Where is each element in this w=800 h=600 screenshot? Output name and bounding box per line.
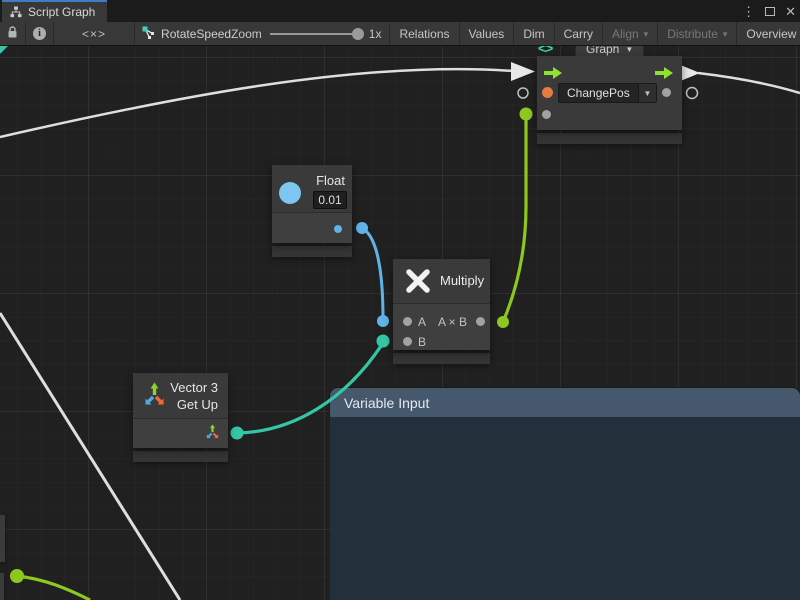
float-node-ports bbox=[272, 212, 352, 243]
node-vector3-get-up[interactable]: Vector 3 Get Up bbox=[133, 373, 228, 462]
value-output-port[interactable] bbox=[662, 88, 671, 97]
toolbar: i <×> RotateSpeed Zoom 1x Relations Valu… bbox=[0, 22, 800, 46]
float-type-icon bbox=[279, 182, 301, 204]
node-graph-unit[interactable]: <> Graph ▼ ChangePos ▼ bbox=[537, 56, 682, 144]
node-float[interactable]: Float 0.01 bbox=[272, 165, 352, 257]
flow-input-port[interactable] bbox=[544, 66, 562, 84]
wire-endpoint bbox=[356, 222, 368, 234]
unit-node-footer bbox=[537, 133, 682, 144]
embed-graph-icon: <> bbox=[538, 46, 552, 56]
window-controls: ⋮ ✕ bbox=[742, 0, 796, 22]
canvas-corner-marker bbox=[0, 46, 9, 54]
multiply-node-header[interactable]: Multiply bbox=[393, 259, 490, 303]
tab-script-graph[interactable]: Script Graph bbox=[2, 0, 107, 22]
zoom-label: Zoom bbox=[231, 27, 262, 41]
float-node-footer bbox=[272, 246, 352, 257]
multiply-icon bbox=[404, 267, 432, 300]
flow-output-port[interactable] bbox=[655, 66, 673, 84]
group-header[interactable]: Variable Input bbox=[330, 388, 800, 417]
wire-endpoint bbox=[231, 427, 244, 440]
port-label-a: A bbox=[418, 315, 426, 329]
wire-multiply-to-unit bbox=[503, 116, 526, 322]
wire-endpoint bbox=[520, 108, 533, 121]
wire-endpoint bbox=[377, 315, 389, 327]
tab-bar: Script Graph ⋮ ✕ bbox=[0, 0, 800, 22]
vector-node-header[interactable]: Vector 3 Get Up bbox=[133, 373, 228, 418]
wire-flow-in bbox=[0, 69, 513, 137]
chevron-down-icon: ▼ bbox=[625, 46, 633, 54]
chevron-down-icon: ▾ bbox=[644, 29, 649, 40]
variable-value-port[interactable] bbox=[542, 87, 553, 98]
vector-node-footer bbox=[133, 451, 228, 462]
zoom-slider-knob[interactable] bbox=[352, 28, 364, 40]
port-label-b: B bbox=[418, 335, 426, 349]
float-output-port[interactable] bbox=[334, 225, 342, 233]
bolt-graph-icon bbox=[141, 25, 156, 43]
graph-hierarchy-icon bbox=[10, 6, 22, 18]
wire-float-to-multiply bbox=[362, 228, 383, 319]
variable-name-value[interactable]: ChangePos bbox=[558, 83, 638, 103]
wire-flow-out bbox=[698, 73, 800, 93]
vector-node-ports bbox=[133, 418, 228, 448]
zoom-value: 1x bbox=[369, 27, 382, 41]
multiply-node-title: Multiply bbox=[440, 273, 484, 288]
carry-button[interactable]: Carry bbox=[555, 22, 603, 45]
offscreen-node-partial bbox=[0, 515, 5, 562]
align-button[interactable]: Align ▾ bbox=[603, 22, 658, 45]
zoom-slider[interactable] bbox=[270, 33, 362, 35]
wire-endpoint bbox=[10, 569, 24, 583]
float-node-title: Float bbox=[316, 173, 345, 188]
graph-name: RotateSpeed bbox=[161, 27, 231, 41]
code-view-button[interactable]: <×> bbox=[54, 22, 135, 45]
vector-node-title: Vector 3 bbox=[170, 380, 218, 395]
flow-arrowhead bbox=[511, 62, 535, 81]
unconnected-port-ring[interactable] bbox=[687, 88, 698, 99]
multiply-node-ports: A A × B B bbox=[393, 303, 490, 350]
float-value-input[interactable]: 0.01 bbox=[313, 191, 347, 209]
wire-endpoint bbox=[377, 335, 390, 348]
port-label-result: A × B bbox=[438, 315, 467, 329]
group-title: Variable Input bbox=[344, 395, 429, 411]
maximize-icon[interactable] bbox=[765, 7, 775, 16]
lock-icon bbox=[7, 26, 18, 42]
group-body bbox=[330, 417, 800, 600]
multiply-node-footer bbox=[393, 353, 490, 364]
unconnected-port-ring[interactable] bbox=[518, 88, 528, 98]
menu-icon[interactable]: ⋮ bbox=[742, 5, 755, 18]
node-multiply[interactable]: Multiply A A × B B bbox=[393, 259, 490, 364]
relations-button[interactable]: Relations bbox=[390, 22, 459, 45]
vector3-output-port[interactable] bbox=[204, 424, 221, 446]
lock-button[interactable] bbox=[0, 22, 26, 45]
multiply-input-a-port[interactable] bbox=[403, 317, 412, 326]
chevron-down-icon: ▾ bbox=[723, 29, 728, 40]
group-variable-input[interactable]: Variable Input bbox=[330, 388, 800, 600]
variable-name-dropdown[interactable]: ChangePos ▼ bbox=[558, 83, 657, 103]
graph-canvas[interactable]: Variable Input <> Graph ▼ bbox=[0, 46, 800, 600]
dim-button[interactable]: Dim bbox=[514, 22, 554, 45]
tab-label: Script Graph bbox=[28, 5, 95, 19]
close-icon[interactable]: ✕ bbox=[785, 5, 796, 18]
vector3-icon bbox=[141, 382, 168, 414]
values-button[interactable]: Values bbox=[460, 22, 515, 45]
value-input-port[interactable] bbox=[542, 110, 551, 119]
overview-button[interactable]: Overview bbox=[737, 22, 800, 45]
multiply-output-port[interactable] bbox=[476, 317, 485, 326]
unit-node-body[interactable]: ChangePos ▼ bbox=[537, 56, 682, 130]
code-view-icon: <×> bbox=[82, 27, 106, 41]
info-icon: i bbox=[33, 27, 46, 40]
vector-node-subtitle: Get Up bbox=[177, 397, 218, 412]
chevron-down-icon[interactable]: ▼ bbox=[638, 83, 657, 103]
wire-bottom-left bbox=[17, 576, 90, 600]
float-node-header[interactable]: Float 0.01 bbox=[272, 165, 352, 212]
wire-endpoint bbox=[497, 316, 509, 328]
multiply-input-b-port[interactable] bbox=[403, 337, 412, 346]
offscreen-node-partial bbox=[0, 573, 4, 600]
inspect-button[interactable]: i bbox=[26, 22, 54, 45]
distribute-button[interactable]: Distribute ▾ bbox=[658, 22, 737, 45]
graph-title-zone: RotateSpeed Zoom 1x bbox=[135, 22, 390, 45]
